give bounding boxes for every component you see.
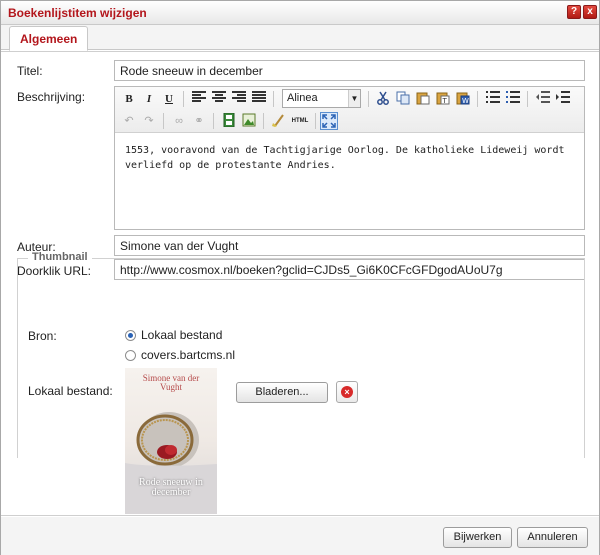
help-icon[interactable]: ? <box>567 5 581 19</box>
cancel-button[interactable]: Annuleren <box>517 527 588 548</box>
editor-toolbar: B I U Alinea ▼ T W ↶ ↷ ∞ ⚭ HTML <box>115 87 584 133</box>
toolbar-separator <box>163 113 164 129</box>
source-label: Bron: <box>28 329 57 343</box>
toolbar-separator <box>527 91 528 107</box>
toolbar-separator <box>213 113 214 129</box>
dialog-titlebar: Boekenlijstitem wijzigen ? x <box>1 1 599 25</box>
insert-media-icon[interactable] <box>221 112 237 129</box>
fullscreen-icon[interactable] <box>320 112 338 130</box>
source-remote-radio[interactable] <box>125 350 136 361</box>
copy-icon[interactable] <box>395 91 411 107</box>
dialog-title: Boekenlijstitem wijzigen <box>8 6 147 20</box>
title-label: Titel: <box>17 64 43 78</box>
delete-icon: × <box>341 386 353 398</box>
toolbar-separator <box>315 113 316 129</box>
title-input[interactable]: Rode sneeuw in december <box>114 60 585 81</box>
description-text[interactable]: 1553, vooravond van de Tachtigjarige Oor… <box>125 143 575 173</box>
underline-button[interactable]: U <box>161 91 177 107</box>
html-source-button[interactable]: HTML <box>289 113 311 129</box>
indent-icon[interactable] <box>555 91 571 107</box>
svg-text:T: T <box>442 97 448 105</box>
tab-strip: Algemeen <box>1 25 599 51</box>
toolbar-separator <box>477 91 478 107</box>
bold-button[interactable]: B <box>121 91 137 107</box>
svg-text:W: W <box>462 97 469 105</box>
description-label: Beschrijving: <box>17 90 86 104</box>
format-select[interactable]: Alinea ▼ <box>282 89 361 108</box>
align-justify-icon[interactable] <box>251 91 267 107</box>
source-local-radio[interactable] <box>125 330 136 341</box>
close-icon[interactable]: x <box>583 5 597 19</box>
format-select-value: Alinea <box>287 92 318 104</box>
undo-icon[interactable]: ↶ <box>121 113 137 129</box>
edit-booklist-item-dialog: Boekenlijstitem wijzigen ? x Algemeen Ti… <box>0 0 600 555</box>
source-remote-label[interactable]: covers.bartcms.nl <box>141 348 235 362</box>
link-icon[interactable]: ∞ <box>171 113 187 129</box>
toolbar-separator <box>183 91 184 107</box>
delete-thumbnail-button[interactable]: × <box>336 381 358 403</box>
author-input[interactable]: Simone van der Vught <box>114 235 585 256</box>
paste-text-icon[interactable]: T <box>435 91 451 107</box>
thumbnail-fieldset: Thumbnail <box>17 251 585 458</box>
toolbar-separator <box>263 113 264 129</box>
italic-button[interactable]: I <box>141 91 157 107</box>
unlink-icon[interactable]: ⚭ <box>191 113 207 129</box>
description-editor[interactable]: B I U Alinea ▼ T W ↶ ↷ ∞ ⚭ HTML 1553, vo… <box>114 86 585 230</box>
cut-icon[interactable] <box>375 91 391 107</box>
paste-word-icon[interactable]: W <box>455 91 471 107</box>
chevron-down-icon: ▼ <box>348 90 360 107</box>
outdent-icon[interactable] <box>535 91 551 107</box>
thumbnail-legend: Thumbnail <box>28 251 92 263</box>
toolbar-separator <box>368 91 369 107</box>
redo-icon[interactable]: ↷ <box>141 113 157 129</box>
cover-thumbnail: Simone van der Vught Rode sneeuw in dece… <box>125 368 217 514</box>
update-button[interactable]: Bijwerken <box>443 527 512 548</box>
paste-icon[interactable] <box>415 91 431 107</box>
align-left-icon[interactable] <box>191 91 207 107</box>
clean-format-icon[interactable] <box>271 113 287 129</box>
numbered-list-icon[interactable] <box>505 91 521 107</box>
insert-image-icon[interactable] <box>241 113 257 129</box>
align-right-icon[interactable] <box>231 91 247 107</box>
browse-button[interactable]: Bladeren... <box>236 382 328 403</box>
align-center-icon[interactable] <box>211 91 227 107</box>
source-local-label[interactable]: Lokaal bestand <box>141 328 222 342</box>
toolbar-separator <box>273 91 274 107</box>
bullet-list-icon[interactable] <box>485 91 501 107</box>
local-file-label: Lokaal bestand: <box>28 384 113 398</box>
tab-algemeen[interactable]: Algemeen <box>9 26 89 51</box>
cover-title: Rode sneeuw in december <box>139 477 203 498</box>
